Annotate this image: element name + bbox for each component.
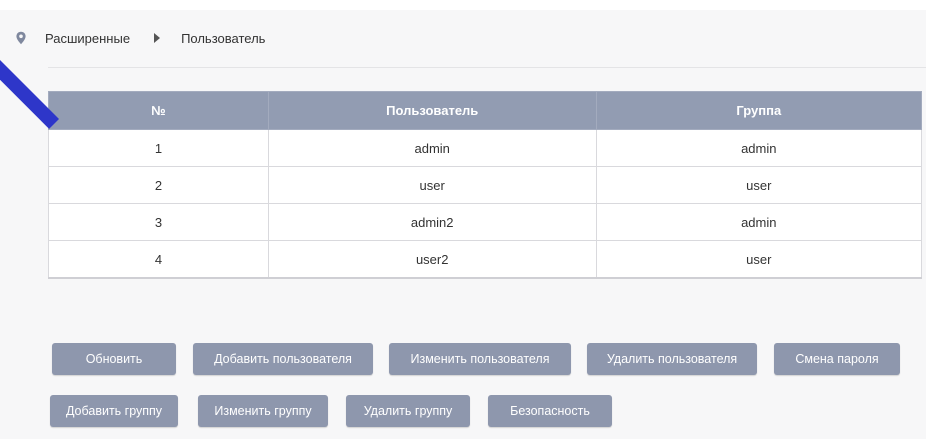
map-pin-icon xyxy=(14,31,28,45)
security-button[interactable]: Безопасность xyxy=(488,395,612,427)
cell-group: admin xyxy=(595,129,923,167)
breadcrumb-parent[interactable]: Расширенные xyxy=(45,31,130,46)
table-row[interactable]: 1 admin admin xyxy=(48,129,923,167)
cell-number: 4 xyxy=(48,240,269,279)
refresh-button[interactable]: Обновить xyxy=(52,343,176,375)
cell-group: user xyxy=(595,166,923,204)
users-table: № Пользователь Группа 1 admin admin 2 us… xyxy=(48,91,923,279)
cell-user: admin xyxy=(267,129,597,167)
table-header-row: № Пользователь Группа xyxy=(48,91,923,130)
cell-group: admin xyxy=(595,203,923,241)
table-row[interactable]: 3 admin2 admin xyxy=(48,203,923,241)
cell-user: user2 xyxy=(267,240,597,279)
cell-number: 3 xyxy=(48,203,269,241)
edit-user-button[interactable]: Изменить пользователя xyxy=(389,343,571,375)
column-header-group[interactable]: Группа xyxy=(595,91,923,130)
add-group-button[interactable]: Добавить группу xyxy=(50,395,178,427)
breadcrumb-current: Пользователь xyxy=(181,30,266,46)
content-panel: Расширенные Пользователь № Пользователь … xyxy=(0,10,926,439)
cell-number: 1 xyxy=(48,129,269,167)
cell-user: user xyxy=(267,166,597,204)
page: Расширенные Пользователь № Пользователь … xyxy=(0,0,926,439)
cell-number: 2 xyxy=(48,166,269,204)
table-row[interactable]: 2 user user xyxy=(48,166,923,204)
cell-user: admin2 xyxy=(267,203,597,241)
caret-right-icon xyxy=(154,33,161,43)
column-header-number[interactable]: № xyxy=(48,91,269,130)
breadcrumb: Расширенные Пользователь xyxy=(14,28,265,48)
delete-group-button[interactable]: Удалить группу xyxy=(346,395,470,427)
table-row[interactable]: 4 user2 user xyxy=(48,240,923,279)
edit-group-button[interactable]: Изменить группу xyxy=(198,395,328,427)
cell-group: user xyxy=(595,240,923,279)
column-header-user[interactable]: Пользователь xyxy=(267,91,597,130)
delete-user-button[interactable]: Удалить пользователя xyxy=(587,343,757,375)
add-user-button[interactable]: Добавить пользователя xyxy=(193,343,373,375)
header-divider xyxy=(48,67,926,68)
change-password-button[interactable]: Смена пароля xyxy=(774,343,900,375)
